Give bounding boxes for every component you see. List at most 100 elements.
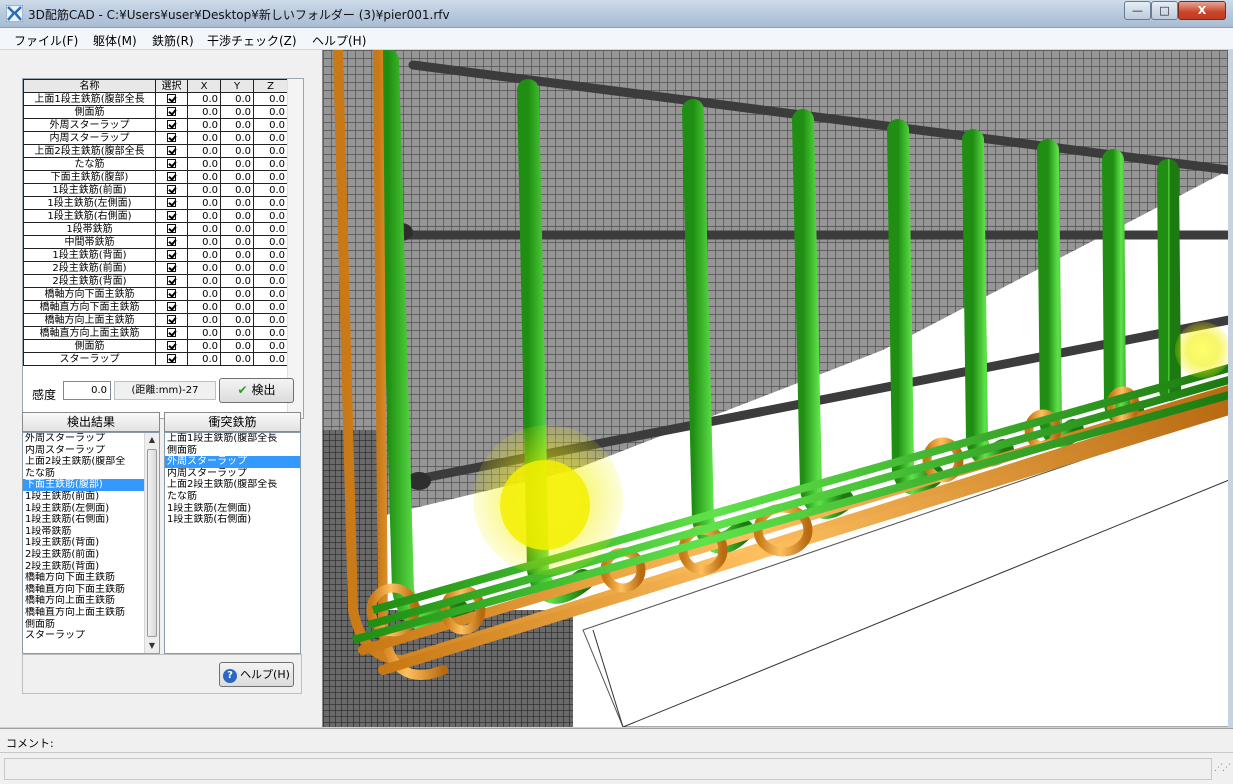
select-checkbox[interactable] [167,224,176,233]
table-row[interactable]: 上面2段主鉄筋(腹部全長 0.0 0.0 0.0 [23,144,288,158]
list-item[interactable]: 側面筋 [23,619,159,631]
y-offset-cell[interactable]: 0.0 [220,222,254,236]
z-offset-cell[interactable]: 0.0 [253,313,288,327]
select-cell[interactable] [155,92,188,106]
y-offset-cell[interactable]: 0.0 [220,196,254,210]
results-header[interactable]: 検出結果 [22,412,160,432]
z-offset-cell[interactable]: 0.0 [253,131,288,145]
list-item[interactable]: たな筋 [165,491,300,503]
select-cell[interactable] [155,183,188,197]
x-offset-cell[interactable]: 0.0 [187,235,221,249]
z-offset-cell[interactable]: 0.0 [253,144,288,158]
y-offset-cell[interactable]: 0.0 [220,157,254,171]
select-cell[interactable] [155,274,188,288]
x-offset-cell[interactable]: 0.0 [187,144,221,158]
z-offset-cell[interactable]: 0.0 [253,209,288,223]
table-row[interactable]: 側面筋 0.0 0.0 0.0 [23,105,288,119]
table-row[interactable]: 上面1段主鉄筋(腹部全長 0.0 0.0 0.0 [23,92,288,106]
close-icon[interactable]: X [1178,1,1226,20]
help-button[interactable]: ? ヘルプ(H) [219,662,294,687]
table-row[interactable]: 1段主鉄筋(左側面) 0.0 0.0 0.0 [23,196,288,210]
z-offset-cell[interactable]: 0.0 [253,300,288,314]
x-offset-cell[interactable]: 0.0 [187,300,221,314]
maximize-icon[interactable]: □ [1151,1,1178,20]
x-offset-cell[interactable]: 0.0 [187,209,221,223]
x-offset-cell[interactable]: 0.0 [187,274,221,288]
y-offset-cell[interactable]: 0.0 [220,92,254,106]
x-offset-cell[interactable]: 0.0 [187,118,221,132]
list-item[interactable]: 橋軸直方向上面主鉄筋 [23,607,159,619]
x-offset-cell[interactable]: 0.0 [187,287,221,301]
y-offset-cell[interactable]: 0.0 [220,105,254,119]
x-offset-cell[interactable]: 0.0 [187,131,221,145]
list-item[interactable]: 2段主鉄筋(前面) [23,549,159,561]
menu-body[interactable]: 躯体(M) [93,32,137,49]
y-offset-cell[interactable]: 0.0 [220,144,254,158]
table-row[interactable]: 橋軸方向下面主鉄筋 0.0 0.0 0.0 [23,287,288,301]
list-item[interactable]: 内周スターラップ [165,468,300,480]
y-offset-cell[interactable]: 0.0 [220,300,254,314]
y-offset-cell[interactable]: 0.0 [220,131,254,145]
z-offset-cell[interactable]: 0.0 [253,235,288,249]
select-checkbox[interactable] [167,211,176,220]
z-offset-cell[interactable]: 0.0 [253,118,288,132]
select-checkbox[interactable] [167,302,176,311]
resize-grip-icon[interactable]: ⋰⋰ [1214,764,1231,779]
select-cell[interactable] [155,326,188,340]
results-scrollbar[interactable]: ▲ ▼ [144,433,159,653]
y-offset-cell[interactable]: 0.0 [220,274,254,288]
results-list[interactable]: 外周スターラップ 内周スターラップ 上面2段主鉄筋(腹部全 たな筋 下面主鉄筋(腹部) 1… [22,432,160,654]
x-offset-cell[interactable]: 0.0 [187,222,221,236]
y-offset-cell[interactable]: 0.0 [220,248,254,262]
table-row[interactable]: 外周スターラップ 0.0 0.0 0.0 [23,118,288,132]
table-row[interactable]: 1段主鉄筋(右側面) 0.0 0.0 0.0 [23,209,288,223]
x-offset-cell[interactable]: 0.0 [187,261,221,275]
rebar-3d-render[interactable] [323,50,1228,727]
z-offset-cell[interactable]: 0.0 [253,196,288,210]
y-offset-cell[interactable]: 0.0 [220,170,254,184]
select-cell[interactable] [155,196,188,210]
z-offset-cell[interactable]: 0.0 [253,352,288,366]
z-offset-cell[interactable]: 0.0 [253,248,288,262]
select-checkbox[interactable] [167,263,176,272]
x-offset-cell[interactable]: 0.0 [187,157,221,171]
y-offset-cell[interactable]: 0.0 [220,118,254,132]
z-offset-cell[interactable]: 0.0 [253,261,288,275]
collision-list[interactable]: 上面1段主鉄筋(腹部全長 側面筋 外周スターラップ 内周スターラップ 上面2段主鉄筋(腹… [164,432,301,654]
table-row[interactable]: 1段帯鉄筋 0.0 0.0 0.0 [23,222,288,236]
table-row[interactable]: 側面筋 0.0 0.0 0.0 [23,339,288,353]
select-checkbox[interactable] [167,289,176,298]
z-offset-cell[interactable]: 0.0 [253,287,288,301]
scroll-up-icon[interactable]: ▲ [145,433,159,447]
scroll-thumb[interactable] [147,449,157,637]
select-cell[interactable] [155,222,188,236]
list-item[interactable]: 2段主鉄筋(背面) [23,561,159,573]
x-offset-cell[interactable]: 0.0 [187,183,221,197]
list-item[interactable]: 下面主鉄筋(腹部) [23,479,159,491]
select-cell[interactable] [155,235,188,249]
table-row[interactable]: 内周スターラップ 0.0 0.0 0.0 [23,131,288,145]
list-item[interactable]: 1段主鉄筋(右側面) [165,514,300,526]
select-checkbox[interactable] [167,146,176,155]
table-row[interactable]: スターラップ 0.0 0.0 0.0 [23,352,288,366]
z-offset-cell[interactable]: 0.0 [253,105,288,119]
select-cell[interactable] [155,300,188,314]
x-offset-cell[interactable]: 0.0 [187,326,221,340]
select-cell[interactable] [155,209,188,223]
list-item[interactable]: 橋軸直方向下面主鉄筋 [23,584,159,596]
list-item[interactable]: 橋軸方向上面主鉄筋 [23,595,159,607]
y-offset-cell[interactable]: 0.0 [220,352,254,366]
select-cell[interactable] [155,105,188,119]
3d-viewport[interactable] [322,50,1228,727]
select-checkbox[interactable] [167,237,176,246]
table-row[interactable]: 橋軸方向上面主鉄筋 0.0 0.0 0.0 [23,313,288,327]
y-offset-cell[interactable]: 0.0 [220,339,254,353]
list-item[interactable]: 1段主鉄筋(背面) [23,537,159,549]
y-offset-cell[interactable]: 0.0 [220,326,254,340]
select-checkbox[interactable] [167,328,176,337]
table-row[interactable]: 1段主鉄筋(前面) 0.0 0.0 0.0 [23,183,288,197]
list-item[interactable]: 1段主鉄筋(左側面) [165,503,300,515]
table-row[interactable]: 2段主鉄筋(背面) 0.0 0.0 0.0 [23,274,288,288]
select-cell[interactable] [155,131,188,145]
list-item[interactable]: 内周スターラップ [23,445,159,457]
